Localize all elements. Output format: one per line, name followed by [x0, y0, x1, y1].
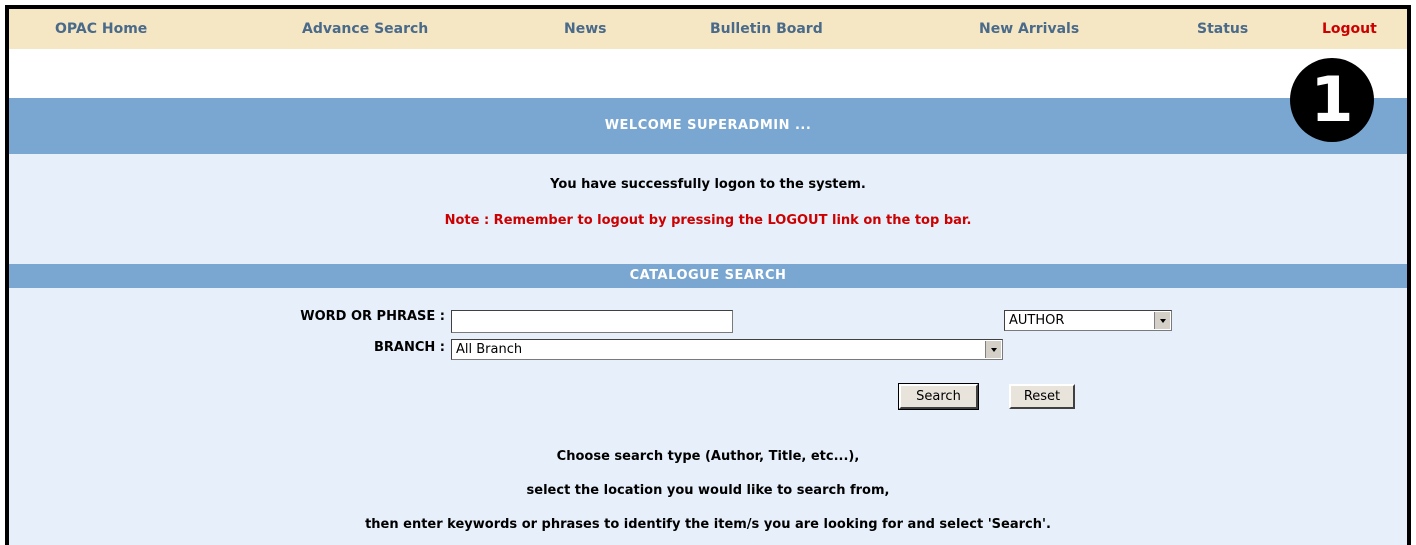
help-line-1: Choose search type (Author, Title, etc..… [556, 449, 860, 464]
nav-news[interactable]: News [564, 21, 606, 37]
page-frame: OPAC Home Advance Search News Bulletin B… [5, 5, 1411, 545]
search-type-value: AUTHOR [1009, 313, 1065, 328]
chevron-down-icon[interactable] [985, 341, 1001, 358]
logout-note: Note : Remember to logout by pressing th… [444, 213, 972, 228]
welcome-message: You have successfully logon to the syste… [550, 177, 866, 192]
step-number: 1 [1310, 63, 1354, 136]
nav-opac-home[interactable]: OPAC Home [55, 21, 147, 37]
spacer-strip [9, 49, 1407, 98]
reset-button[interactable]: Reset [1009, 384, 1075, 409]
chevron-down-icon[interactable] [1154, 312, 1170, 329]
help-line-3: then enter keywords or phrases to identi… [365, 517, 1051, 532]
word-or-phrase-input[interactable] [451, 310, 733, 333]
branch-select[interactable]: All Branch [451, 339, 1003, 360]
nav-status[interactable]: Status [1197, 21, 1248, 37]
top-nav-bar: OPAC Home Advance Search News Bulletin B… [9, 9, 1407, 49]
nav-logout[interactable]: Logout [1322, 21, 1377, 37]
catalogue-search-header: CATALOGUE SEARCH [9, 264, 1407, 288]
branch-label: BRANCH : [373, 340, 445, 355]
nav-advance-search[interactable]: Advance Search [302, 21, 428, 37]
branch-value: All Branch [456, 342, 523, 357]
nav-bulletin-board[interactable]: Bulletin Board [710, 21, 823, 37]
step-number-badge: 1 [1290, 58, 1374, 142]
search-type-select[interactable]: AUTHOR [1004, 310, 1172, 331]
word-or-phrase-label: WORD OR PHRASE : [300, 309, 445, 324]
search-button[interactable]: Search [898, 383, 979, 410]
welcome-header: WELCOME SUPERADMIN ... [9, 98, 1407, 154]
nav-new-arrivals[interactable]: New Arrivals [979, 21, 1079, 37]
help-line-2: select the location you would like to se… [526, 483, 890, 498]
